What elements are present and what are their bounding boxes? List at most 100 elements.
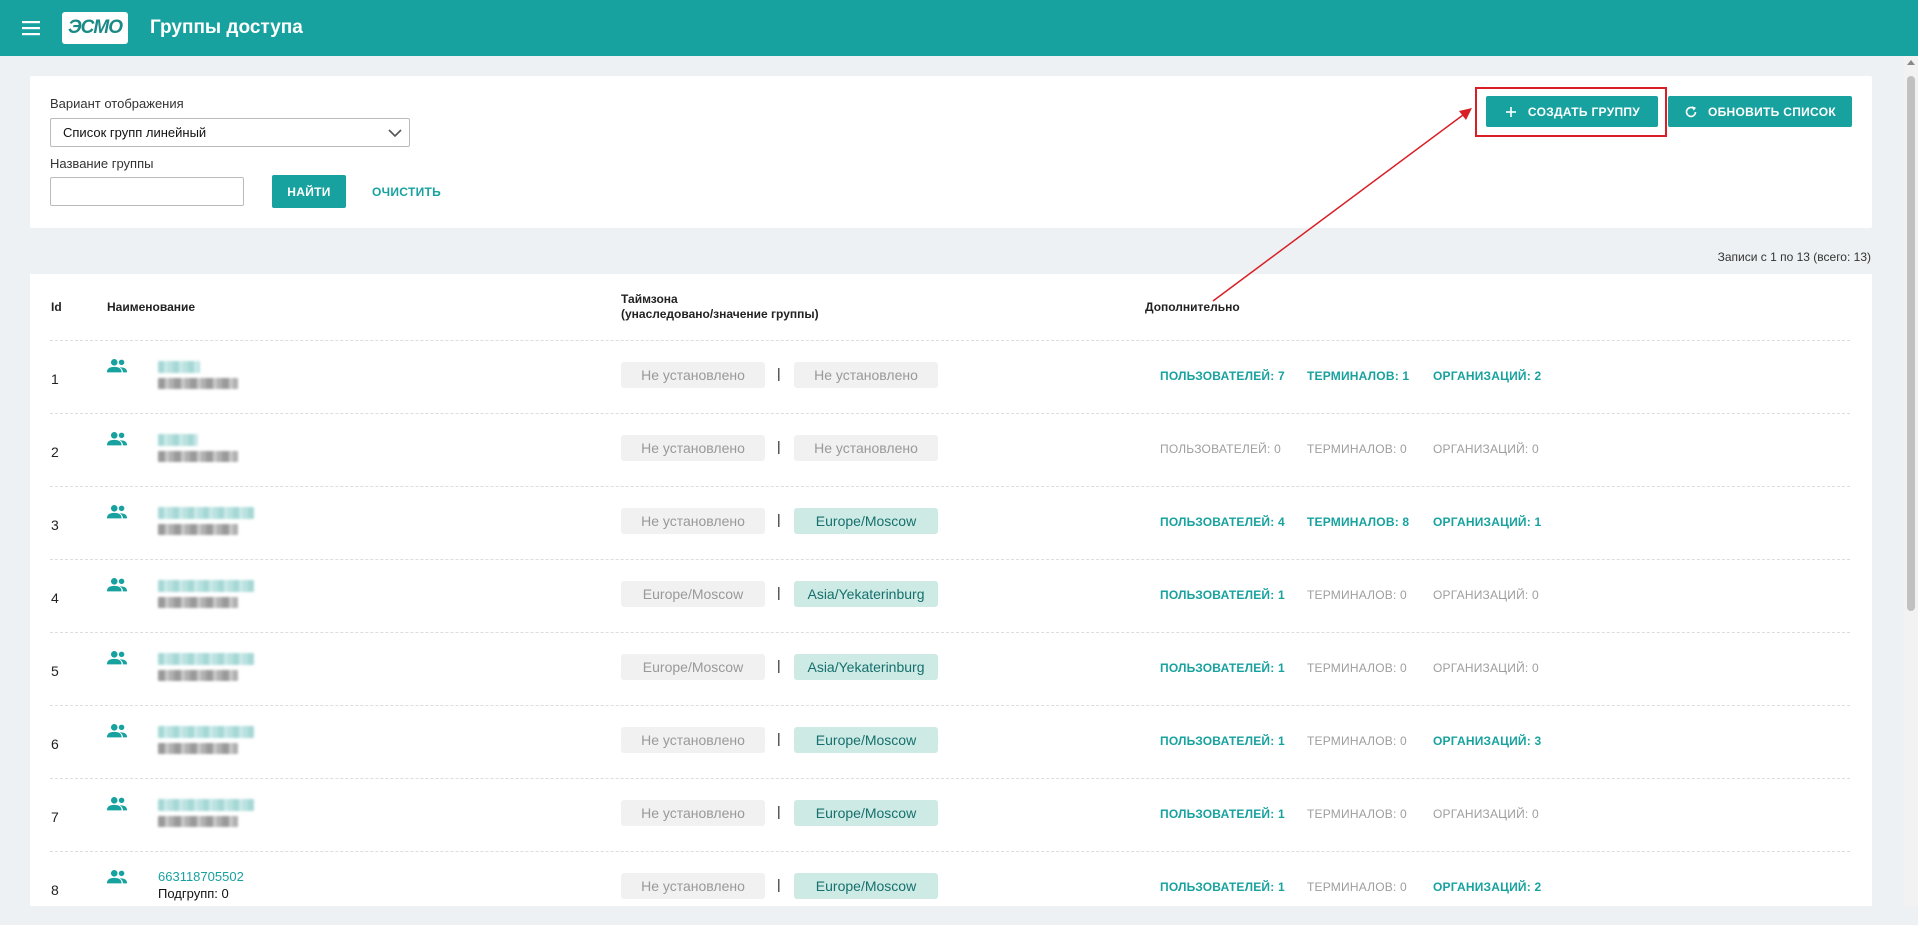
group-icon bbox=[106, 432, 128, 446]
organizations-count-link[interactable]: ОРГАНИЗАЦИЙ: 2 bbox=[1433, 369, 1541, 383]
terminals-count-link[interactable]: ТЕРМИНАЛОВ: 8 bbox=[1307, 515, 1409, 529]
timezone-separator: | bbox=[777, 876, 781, 892]
subgroups-count: Подгрупп: 0 bbox=[158, 886, 229, 901]
users-count-link[interactable]: ПОЛЬЗОВАТЕЛЕЙ: 1 bbox=[1160, 588, 1285, 602]
page-scrollbar[interactable] bbox=[1904, 56, 1918, 906]
table-row[interactable]: 2 Не установлено | Не установлено ПОЛЬЗО… bbox=[30, 414, 1872, 487]
groups-table: Id Наименование Таймзона (унаследовано/з… bbox=[30, 274, 1872, 906]
subgroups-redacted bbox=[158, 597, 238, 608]
column-header-timezone-title: Таймзона bbox=[621, 292, 678, 306]
column-header-timezone-sub: (унаследовано/значение группы) bbox=[621, 307, 819, 321]
records-counter: Записи с 1 по 13 (всего: 13) bbox=[1717, 250, 1871, 264]
timezone-group: Europe/Moscow bbox=[794, 508, 938, 534]
table-row[interactable]: 5 Europe/Moscow | Asia/Yekaterinburg ПОЛ… bbox=[30, 633, 1872, 706]
organizations-count-link[interactable]: ОРГАНИЗАЦИЙ: 0 bbox=[1433, 588, 1539, 602]
subgroups-redacted bbox=[158, 743, 238, 754]
users-count-link[interactable]: ПОЛЬЗОВАТЕЛЕЙ: 7 bbox=[1160, 369, 1285, 383]
refresh-list-label: ОБНОВИТЬ СПИСОК bbox=[1708, 104, 1836, 119]
terminals-count-link[interactable]: ТЕРМИНАЛОВ: 0 bbox=[1307, 807, 1407, 821]
chevron-down-icon bbox=[388, 129, 402, 138]
table-row[interactable]: 7 Не установлено | Europe/Moscow ПОЛЬЗОВ… bbox=[30, 779, 1872, 852]
timezone-group: Asia/Yekaterinburg bbox=[794, 581, 938, 607]
column-header-id: Id bbox=[51, 300, 62, 314]
group-name-redacted[interactable] bbox=[158, 726, 254, 738]
timezone-group: Не установлено bbox=[794, 435, 938, 461]
table-row[interactable]: 4 Europe/Moscow | Asia/Yekaterinburg ПОЛ… bbox=[30, 560, 1872, 633]
subgroups-redacted bbox=[158, 378, 238, 389]
users-count-link[interactable]: ПОЛЬЗОВАТЕЛЕЙ: 1 bbox=[1160, 734, 1285, 748]
timezone-group: Не установлено bbox=[794, 362, 938, 388]
users-count-link[interactable]: ПОЛЬЗОВАТЕЛЕЙ: 1 bbox=[1160, 661, 1285, 675]
organizations-count-link[interactable]: ОРГАНИЗАЦИЙ: 2 bbox=[1433, 880, 1541, 894]
timezone-inherited: Не установлено bbox=[621, 727, 765, 753]
filter-panel: Вариант отображения Список групп линейны… bbox=[30, 76, 1872, 228]
row-id: 1 bbox=[51, 371, 59, 387]
organizations-count-link[interactable]: ОРГАНИЗАЦИЙ: 0 bbox=[1433, 661, 1539, 675]
app-logo[interactable]: ЭСМО bbox=[62, 12, 128, 44]
table-row[interactable]: 1 Не установлено | Не установлено ПОЛЬЗО… bbox=[30, 341, 1872, 414]
terminals-count-link[interactable]: ТЕРМИНАЛОВ: 0 bbox=[1307, 661, 1407, 675]
row-id: 4 bbox=[51, 590, 59, 606]
scroll-thumb[interactable] bbox=[1907, 76, 1915, 611]
menu-icon bbox=[22, 21, 40, 36]
organizations-count-link[interactable]: ОРГАНИЗАЦИЙ: 3 bbox=[1433, 734, 1541, 748]
page-title: Группы доступа bbox=[150, 17, 303, 38]
organizations-count-link[interactable]: ОРГАНИЗАЦИЙ: 1 bbox=[1433, 515, 1541, 529]
row-id: 8 bbox=[51, 882, 59, 898]
plus-icon bbox=[1505, 106, 1516, 117]
organizations-count-link[interactable]: ОРГАНИЗАЦИЙ: 0 bbox=[1433, 442, 1539, 456]
timezone-separator: | bbox=[777, 584, 781, 600]
timezone-inherited: Europe/Moscow bbox=[621, 581, 765, 607]
group-name-redacted[interactable] bbox=[158, 799, 254, 811]
row-id: 5 bbox=[51, 663, 59, 679]
terminals-count-link[interactable]: ТЕРМИНАЛОВ: 0 bbox=[1307, 880, 1407, 894]
column-header-name: Наименование bbox=[107, 300, 196, 314]
group-name-redacted[interactable] bbox=[158, 507, 254, 519]
timezone-group: Europe/Moscow bbox=[794, 873, 938, 899]
refresh-list-button[interactable]: ОБНОВИТЬ СПИСОК bbox=[1668, 96, 1852, 127]
table-row[interactable]: 3 Не установлено | Europe/Moscow ПОЛЬЗОВ… bbox=[30, 487, 1872, 560]
group-name-label: Название группы bbox=[50, 156, 154, 171]
timezone-group: Asia/Yekaterinburg bbox=[794, 654, 938, 680]
organizations-count-link[interactable]: ОРГАНИЗАЦИЙ: 0 bbox=[1433, 807, 1539, 821]
group-name-input[interactable] bbox=[50, 177, 244, 206]
subgroups-redacted bbox=[158, 451, 238, 462]
create-group-button[interactable]: СОЗДАТЬ ГРУППУ bbox=[1486, 96, 1658, 127]
terminals-count-link[interactable]: ТЕРМИНАЛОВ: 1 bbox=[1307, 369, 1409, 383]
timezone-inherited: Не установлено bbox=[621, 800, 765, 826]
users-count-link[interactable]: ПОЛЬЗОВАТЕЛЕЙ: 4 bbox=[1160, 515, 1285, 529]
timezone-inherited: Не установлено bbox=[621, 435, 765, 461]
scroll-up-arrow[interactable] bbox=[1907, 60, 1915, 65]
row-id: 3 bbox=[51, 517, 59, 533]
create-group-label: СОЗДАТЬ ГРУППУ bbox=[1527, 104, 1641, 119]
view-mode-select[interactable]: Список групп линейный bbox=[50, 118, 410, 147]
table-row[interactable]: 6 Не установлено | Europe/Moscow ПОЛЬЗОВ… bbox=[30, 706, 1872, 779]
refresh-icon bbox=[1685, 105, 1697, 117]
timezone-group: Europe/Moscow bbox=[794, 727, 938, 753]
group-icon bbox=[106, 797, 128, 811]
timezone-separator: | bbox=[777, 730, 781, 746]
users-count-link[interactable]: ПОЛЬЗОВАТЕЛЕЙ: 1 bbox=[1160, 807, 1285, 821]
menu-button[interactable] bbox=[0, 0, 62, 56]
timezone-inherited: Europe/Moscow bbox=[621, 654, 765, 680]
timezone-inherited: Не установлено bbox=[621, 508, 765, 534]
users-count-link[interactable]: ПОЛЬЗОВАТЕЛЕЙ: 0 bbox=[1160, 442, 1281, 456]
group-name-link[interactable]: 663118705502 bbox=[158, 869, 244, 884]
timezone-separator: | bbox=[777, 365, 781, 381]
subgroups-redacted bbox=[158, 670, 238, 681]
column-header-extra: Дополнительно bbox=[1145, 300, 1240, 314]
group-name-redacted[interactable] bbox=[158, 434, 198, 446]
users-count-link[interactable]: ПОЛЬЗОВАТЕЛЕЙ: 1 bbox=[1160, 880, 1285, 894]
group-name-redacted[interactable] bbox=[158, 361, 200, 373]
terminals-count-link[interactable]: ТЕРМИНАЛОВ: 0 bbox=[1307, 734, 1407, 748]
terminals-count-link[interactable]: ТЕРМИНАЛОВ: 0 bbox=[1307, 588, 1407, 602]
table-row[interactable]: 8 663118705502 Подгрупп: 0 Не установлен… bbox=[30, 852, 1872, 925]
find-button[interactable]: НАЙТИ bbox=[272, 175, 346, 208]
terminals-count-link[interactable]: ТЕРМИНАЛОВ: 0 bbox=[1307, 442, 1407, 456]
group-name-redacted[interactable] bbox=[158, 653, 254, 665]
row-id: 2 bbox=[51, 444, 59, 460]
timezone-separator: | bbox=[777, 511, 781, 527]
group-name-redacted[interactable] bbox=[158, 580, 254, 592]
clear-button[interactable]: ОЧИСТИТЬ bbox=[372, 175, 441, 208]
subgroups-redacted bbox=[158, 816, 238, 827]
